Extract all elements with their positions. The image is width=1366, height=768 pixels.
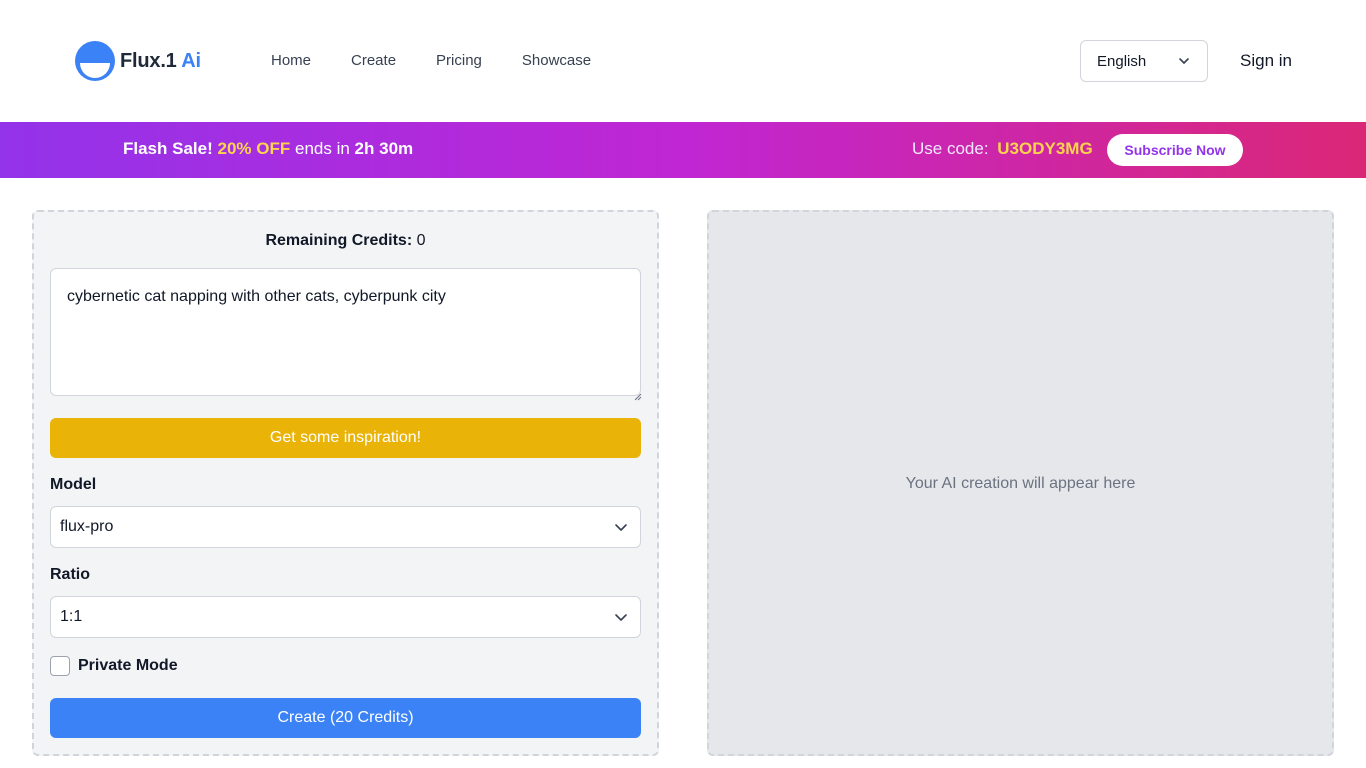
private-mode-checkbox[interactable] — [50, 656, 70, 676]
sign-in-link[interactable]: Sign in — [1240, 51, 1292, 71]
model-label: Model — [50, 476, 97, 493]
credits-value: 0 — [416, 232, 426, 249]
logo-icon — [75, 41, 115, 81]
countdown: 2h 30m — [354, 139, 414, 158]
inspiration-button[interactable]: Get some inspiration! — [50, 418, 641, 458]
chevron-down-icon — [1177, 54, 1191, 68]
main-nav: Home Create Pricing Showcase — [271, 52, 591, 69]
nav-showcase[interactable]: Showcase — [522, 52, 591, 69]
private-mode-toggle: Private Mode — [50, 656, 178, 676]
create-button[interactable]: Create (20 Credits) — [50, 698, 641, 738]
flash-sale-label: Flash Sale! — [123, 139, 213, 158]
promo-code: U3ODY3MG — [997, 139, 1093, 158]
nav-pricing[interactable]: Pricing — [436, 52, 482, 69]
use-code-label: Use code: — [912, 139, 989, 158]
generator-panel: Remaining Credits: 0 cybernetic cat napp… — [32, 210, 659, 756]
chevron-down-icon — [614, 610, 628, 624]
promo-banner: Flash Sale! 20% OFF ends in 2h 30m Use c… — [0, 122, 1366, 178]
private-mode-label: Private Mode — [78, 657, 178, 674]
ratio-select[interactable]: 1:1 — [50, 596, 641, 638]
chevron-down-icon — [614, 520, 628, 534]
model-value: flux-pro — [60, 518, 114, 535]
preview-placeholder: Your AI creation will appear here — [905, 475, 1136, 492]
logo-brand: Flux.1 — [120, 49, 177, 72]
ratio-value: 1:1 — [60, 608, 83, 625]
logo-text: Flux.1 Ai — [120, 50, 201, 73]
ratio-label: Ratio — [50, 566, 90, 583]
site-header: Flux.1 Ai Home Create Pricing Showcase E… — [0, 0, 1366, 122]
logo[interactable]: Flux.1 Ai — [75, 41, 201, 81]
prompt-input[interactable]: cybernetic cat napping with other cats, … — [50, 268, 641, 396]
discount-label: 20% OFF — [217, 139, 291, 158]
credits-label: Remaining Credits: — [265, 232, 413, 249]
promo-code-text: Use code: U3ODY3MG — [912, 139, 1093, 159]
nav-home[interactable]: Home — [271, 52, 311, 69]
nav-create[interactable]: Create — [351, 52, 396, 69]
preview-panel: Your AI creation will appear here — [707, 210, 1334, 756]
language-select[interactable]: English — [1080, 40, 1208, 82]
model-select[interactable]: flux-pro — [50, 506, 641, 548]
ends-in-label: ends in — [294, 139, 350, 158]
remaining-credits: Remaining Credits: 0 — [34, 232, 657, 250]
subscribe-button[interactable]: Subscribe Now — [1107, 134, 1243, 166]
resize-grip-icon[interactable] — [634, 388, 642, 401]
language-value: English — [1097, 52, 1147, 70]
flash-sale-text: Flash Sale! 20% OFF ends in 2h 30m — [123, 139, 413, 159]
logo-ai: Ai — [181, 49, 201, 72]
